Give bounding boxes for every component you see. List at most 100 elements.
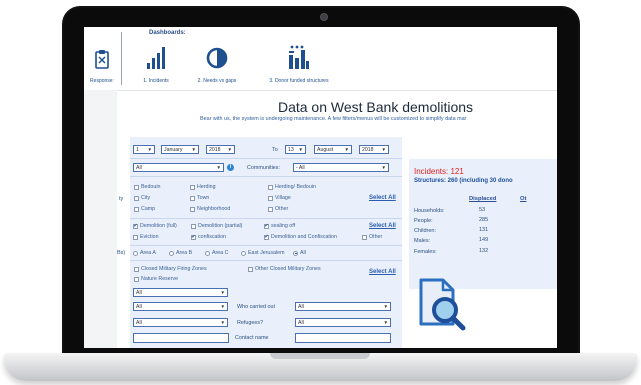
from-month-value: January <box>164 147 183 153</box>
donor-bars-icon <box>249 43 349 69</box>
page-title: Data on West Bank demolitions <box>277 99 474 115</box>
radio-all-areas[interactable]: All <box>293 250 306 256</box>
from-year-value: 2018 <box>209 147 221 153</box>
nav-incidents[interactable]: 1. Incidents <box>126 43 186 84</box>
checkbox-label: confiscation <box>198 234 226 240</box>
checkbox-label: sealing off <box>271 223 296 229</box>
chevron-down-icon: ▼ <box>381 147 386 152</box>
checkbox-other-demolition[interactable]: Other <box>362 234 382 240</box>
contact-name-input[interactable] <box>295 333 391 343</box>
checkbox-neighborhood[interactable]: Neighborhood <box>190 206 230 212</box>
chevron-down-icon: ▼ <box>381 165 386 170</box>
radio-east-jerusalem[interactable]: East Jerusalem <box>241 250 285 256</box>
checkbox-label: Closed Military Firing Zones <box>141 266 207 272</box>
select-all-community-types[interactable]: Select All <box>369 195 396 201</box>
stat-value-females: 132 <box>479 248 489 254</box>
communities-label: Communities: <box>247 165 280 171</box>
checkbox-label: Other Closed Military Zones <box>255 266 321 272</box>
radio-label: East Jerusalem <box>248 250 285 256</box>
checkbox-town[interactable]: Town <box>190 195 209 201</box>
checkbox-label: Herding/ Bedouin <box>275 184 316 190</box>
from-day-select[interactable]: 1 ▼ <box>133 145 155 154</box>
radio-area-a[interactable]: Area A <box>133 250 156 256</box>
governorate-select[interactable]: All ▼ <box>133 163 224 172</box>
divider <box>130 260 402 261</box>
nav-divider <box>121 32 122 85</box>
filter-select-1-value: All <box>136 290 142 296</box>
checkbox-closed-military-firing-zones[interactable]: Closed Military Firing Zones <box>134 266 207 272</box>
radio-label: Area B <box>176 250 193 256</box>
stat-label-children: Children: <box>414 228 437 234</box>
stat-value-children: 131 <box>479 227 489 233</box>
select-all-zones[interactable]: Select All <box>369 269 396 275</box>
checkbox-bedouin[interactable]: Bedouin <box>134 184 160 190</box>
stat-value-males: 149 <box>479 237 489 243</box>
refugees-select[interactable]: All ▼ <box>295 318 391 327</box>
displaced-column-header[interactable]: Displaced <box>469 196 496 202</box>
to-month-select[interactable]: August ▼ <box>314 145 352 154</box>
checkbox-city[interactable]: City <box>134 195 150 201</box>
governorate-value: All <box>136 165 142 171</box>
divider <box>130 245 402 246</box>
checkbox-herding[interactable]: Herding <box>190 184 216 190</box>
checkbox-eviction[interactable]: Eviction <box>133 234 159 240</box>
from-year-select[interactable]: 2018 ▼ <box>206 145 235 154</box>
nav-donor-label: 3. Donor funded structures <box>269 78 329 84</box>
filter-select-3[interactable]: All ▼ <box>133 318 228 327</box>
to-day-select[interactable]: 13 ▼ <box>285 145 306 154</box>
radio-area-b[interactable]: Area B <box>169 250 192 256</box>
to-label: To <box>272 147 278 153</box>
screen: Dashboards: Response: 1. Incidents 2. Ne… <box>84 27 557 348</box>
checkbox-other-closed-military-zones[interactable]: Other Closed Military Zones <box>248 266 321 272</box>
checkbox-other-type[interactable]: Other <box>268 206 288 212</box>
chevron-down-icon: ▼ <box>191 147 196 152</box>
checkbox-demolition-and-confiscation[interactable]: ✔ Demolition and Confiscation <box>264 234 337 240</box>
divider <box>130 218 402 219</box>
contact-name-label: Contact name <box>235 335 269 341</box>
checkbox-sealing-off[interactable]: ✔ sealing off <box>264 223 295 229</box>
checkbox-label: Other <box>275 206 289 212</box>
nav-needs-gaps[interactable]: 2. Needs vs gaps <box>187 43 247 84</box>
communities-select[interactable]: - All ▼ <box>293 163 389 172</box>
stat-label-females: Females: <box>414 249 437 255</box>
checkbox-label: Other <box>369 234 383 240</box>
checkbox-demolition-partial[interactable]: Demolition (partial) <box>191 223 242 229</box>
info-icon[interactable]: i <box>227 164 234 171</box>
checkbox-nature-reserve[interactable]: Nature Reserve <box>134 276 178 282</box>
divider <box>130 158 402 159</box>
incidents-count: Incidents: 121 <box>414 167 464 176</box>
bar-chart-icon <box>126 43 186 69</box>
other-column-header[interactable]: Ot <box>520 196 526 202</box>
checkbox-label: Bedouin <box>141 184 161 190</box>
to-year-select[interactable]: 2018 ▼ <box>359 145 389 154</box>
checkbox-village[interactable]: Village <box>268 195 291 201</box>
checkbox-label: Eviction <box>140 234 159 240</box>
filter-select-3-value: All <box>136 320 142 326</box>
from-month-select[interactable]: January ▼ <box>161 145 199 154</box>
to-day-value: 13 <box>288 147 294 153</box>
filter-select-1[interactable]: All ▼ <box>133 288 228 297</box>
checkbox-camp[interactable]: Camp <box>134 206 155 212</box>
nav-response[interactable]: Response: <box>86 43 118 84</box>
dashboard-nav: Dashboards: Response: 1. Incidents 2. Ne… <box>84 27 557 91</box>
radio-area-c[interactable]: Area C <box>205 250 229 256</box>
radio-label: All <box>300 250 306 256</box>
checkbox-demolition-full[interactable]: ✔ Demolition (full) <box>133 223 177 229</box>
who-carried-out-select[interactable]: All ▼ <box>295 302 391 311</box>
checkbox-label: Camp <box>141 206 156 212</box>
community-type-side-label: ty <box>119 196 124 202</box>
divider <box>130 176 402 177</box>
dashboards-label: Dashboards: <box>149 30 186 36</box>
chevron-down-icon: ▼ <box>216 165 221 170</box>
contact-name-input-left[interactable] <box>133 333 229 343</box>
filter-select-2[interactable]: All ▼ <box>133 302 228 311</box>
chevron-down-icon: ▼ <box>220 320 225 325</box>
chevron-down-icon: ▼ <box>227 147 232 152</box>
checkbox-confiscation[interactable]: ✔ confiscation <box>191 234 226 240</box>
nav-donor-structures[interactable]: 3. Donor funded structures <box>249 43 349 84</box>
checkbox-label: Neighborhood <box>197 206 231 212</box>
checkbox-herding-bedouin[interactable]: Herding/ Bedouin <box>268 184 316 190</box>
select-all-demolition-types[interactable]: Select All <box>369 223 396 229</box>
checkbox-label: Demolition (partial) <box>198 223 243 229</box>
left-gutter <box>84 90 117 348</box>
